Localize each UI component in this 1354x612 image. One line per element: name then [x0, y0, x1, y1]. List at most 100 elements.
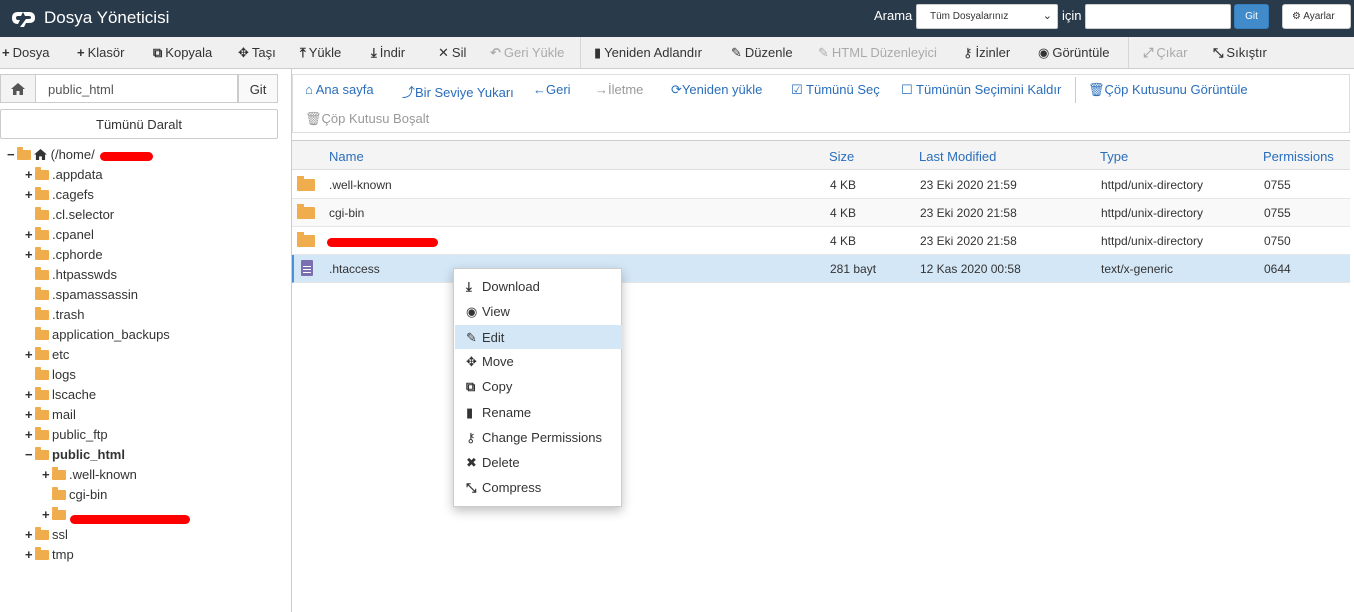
reload-link[interactable]: ⟳Yeniden yükle [671, 82, 762, 98]
search-input[interactable] [1085, 4, 1231, 29]
tree-item[interactable]: + etc [25, 347, 69, 367]
tree-item-label: public_html [52, 447, 125, 462]
tree-item[interactable]: + public_ftp [25, 427, 108, 447]
context-change-permissions[interactable]: ⚷ Change Permissions [455, 425, 622, 449]
new-folder-button[interactable]: + Klasör [77, 45, 124, 60]
expand-toggle[interactable]: + [25, 347, 35, 362]
tree-item[interactable]: + [42, 507, 69, 527]
tree-item[interactable]: + .well-known [42, 467, 137, 487]
column-header-name[interactable]: Name [329, 149, 364, 164]
column-header-permissions[interactable]: Permissions [1263, 149, 1334, 164]
download-icon: ⤓ [371, 45, 377, 60]
tree-item-label: .cagefs [52, 187, 94, 202]
expand-toggle[interactable]: + [25, 227, 35, 242]
tree-item[interactable]: + .cagefs [25, 187, 94, 207]
tree-item[interactable]: .trash [25, 307, 85, 327]
table-row[interactable]: .well-known 4 KB 23 Eki 2020 21:59 httpd… [292, 171, 1350, 199]
path-go-button[interactable]: Git [238, 74, 278, 103]
new-file-label: Dosya [12, 45, 50, 60]
expand-toggle[interactable]: + [25, 527, 35, 542]
context-view[interactable]: ◉ View [455, 299, 622, 323]
edit-button[interactable]: ✎ Düzenle [731, 45, 793, 61]
folder-icon [35, 347, 49, 360]
html-edit-icon: ✎ [818, 45, 829, 60]
select-all-link[interactable]: ☑ Tümünü Seç [791, 82, 880, 98]
context-download-label: Download [482, 279, 540, 294]
delete-button[interactable]: ✕ Sil [438, 45, 466, 61]
new-file-button[interactable]: + Dosya [2, 45, 49, 60]
context-delete-label: Delete [482, 455, 520, 470]
toolbar-divider [580, 37, 581, 68]
collapse-all-button[interactable]: Tümünü Daralt [0, 109, 278, 139]
back-link[interactable]: ←Geri [533, 82, 571, 97]
tree-root-label: (/home/ [50, 147, 95, 162]
file-size: 4 KB [830, 206, 857, 220]
empty-trash-link[interactable]: 🗑Çöp Kutusu Boşalt [305, 111, 429, 127]
tree-root[interactable]: − (/home/ [7, 147, 95, 167]
tree-item[interactable]: cgi-bin [42, 487, 107, 507]
collapse-toggle[interactable]: − [7, 147, 17, 162]
expand-toggle[interactable]: + [42, 467, 52, 482]
upload-button[interactable]: ⤒ Yükle [300, 45, 341, 61]
column-header-type[interactable]: Type [1100, 149, 1128, 164]
view-trash-link[interactable]: 🗑Çöp Kutusunu Görüntüle [1088, 82, 1248, 98]
tree-item[interactable]: + tmp [25, 547, 74, 567]
table-row-selected[interactable]: .htaccess 281 bayt 12 Kas 2020 00:58 tex… [292, 255, 1350, 283]
tree-item[interactable]: .spamassassin [25, 287, 138, 307]
rename-button[interactable]: ▮ Yeniden Adlandır [594, 45, 702, 61]
copy-button[interactable]: ⧉ Kopyala [153, 45, 212, 61]
context-compress[interactable]: ⤡ Compress [455, 475, 622, 499]
search-go-button[interactable]: Git [1234, 4, 1269, 29]
html-editor-button[interactable]: ✎ HTML Düzenleyici [818, 45, 937, 61]
view-button[interactable]: ◉ Görüntüle [1038, 45, 1109, 61]
expand-toggle[interactable]: + [25, 187, 35, 202]
expand-toggle[interactable]: + [25, 167, 35, 182]
tree-item[interactable]: logs [25, 367, 76, 387]
download-button[interactable]: ⤓ İndir [371, 45, 405, 61]
column-header-size[interactable]: Size [829, 149, 854, 164]
tree-item[interactable]: .cl.selector [25, 207, 114, 227]
download-label: İndir [379, 45, 406, 60]
extract-button[interactable]: ⤢ Çıkar [1143, 45, 1187, 61]
table-row[interactable]: 4 KB 23 Eki 2020 21:58 httpd/unix-direct… [292, 227, 1350, 255]
permissions-button[interactable]: ⚷ İzinler [963, 45, 1010, 61]
compress-button[interactable]: ⤡ Sıkıştır [1213, 45, 1267, 61]
unselect-all-link[interactable]: ☐ Tümünün Seçimini Kaldır [901, 82, 1061, 98]
forward-link[interactable]: →İletme [595, 82, 643, 97]
restore-button[interactable]: ↶ Geri Yükle [490, 45, 564, 61]
tree-item[interactable]: + .cphorde [25, 247, 103, 267]
context-copy[interactable]: ⧉ Copy [455, 374, 622, 398]
path-input[interactable]: public_html [36, 74, 238, 103]
home-dir-button[interactable] [0, 74, 36, 103]
home-link[interactable]: ⌂ Ana sayfa [305, 82, 374, 97]
context-move[interactable]: ✥ Move [455, 349, 622, 373]
folder-icon [52, 507, 66, 520]
context-download[interactable]: ⤓ Download [455, 274, 622, 298]
tree-item[interactable]: + ssl [25, 527, 68, 547]
context-edit[interactable]: ✎ Edit [455, 325, 622, 349]
expand-toggle[interactable]: + [25, 547, 35, 562]
tree-item-current[interactable]: − public_html [25, 447, 125, 467]
column-header-last-modified[interactable]: Last Modified [919, 149, 996, 164]
search-scope-select[interactable]: Tüm Dosyalarınız ⌄ [916, 4, 1058, 29]
up-one-level-link[interactable]: ⤴Bir Seviye Yukarı [402, 82, 514, 101]
expand-toggle[interactable]: + [25, 427, 35, 442]
context-rename[interactable]: ▮ Rename [455, 400, 622, 424]
expand-toggle[interactable]: + [25, 247, 35, 262]
context-delete[interactable]: ✖ Delete [455, 450, 622, 474]
collapse-toggle[interactable]: − [25, 447, 35, 462]
tree-item[interactable]: application_backups [25, 327, 170, 347]
tree-item[interactable]: + lscache [25, 387, 96, 407]
tree-item[interactable]: + mail [25, 407, 76, 427]
tree-item[interactable]: + .appdata [25, 167, 103, 187]
delete-icon: ✕ [438, 45, 449, 60]
tree-item[interactable]: + .cpanel [25, 227, 94, 247]
tree-item[interactable]: .htpasswds [25, 267, 117, 287]
expand-toggle[interactable]: + [25, 387, 35, 402]
table-row[interactable]: cgi-bin 4 KB 23 Eki 2020 21:58 httpd/uni… [292, 199, 1350, 227]
expand-toggle[interactable]: + [25, 407, 35, 422]
move-button[interactable]: ✥ Taşı [238, 45, 276, 61]
settings-button[interactable]: ⚙ Ayarlar [1282, 4, 1351, 29]
file-type: httpd/unix-directory [1101, 206, 1204, 220]
expand-toggle[interactable]: + [42, 507, 52, 522]
